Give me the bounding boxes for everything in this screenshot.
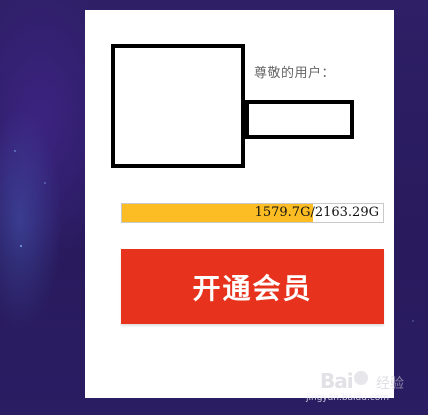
storage-usage-text: 1579.7G/2163.29G [255, 204, 379, 222]
baidu-paw-icon [354, 371, 368, 385]
user-card: 尊敬的用户： 1579.7G/2163.29G 开通会员 [85, 10, 394, 398]
background-star [412, 320, 414, 322]
background-star [14, 150, 16, 152]
open-membership-button[interactable]: 开通会员 [121, 249, 384, 324]
watermark-url: jingyan.baidu.com [306, 393, 390, 403]
baidu-jingyan-watermark: Bai 经验 jingyan.baidu.com [306, 369, 412, 403]
username-box [245, 100, 354, 139]
storage-bar: 1579.7G/2163.29G [121, 203, 384, 223]
background-star [44, 182, 46, 184]
watermark-logo: Bai [320, 369, 354, 393]
background-star [20, 245, 22, 247]
greeting-text: 尊敬的用户： [254, 66, 336, 81]
storage-used: 1579.7G [254, 205, 311, 220]
watermark-text: 经验 [376, 376, 404, 392]
avatar[interactable] [111, 44, 245, 168]
storage-total: 2163.29G [314, 205, 379, 220]
